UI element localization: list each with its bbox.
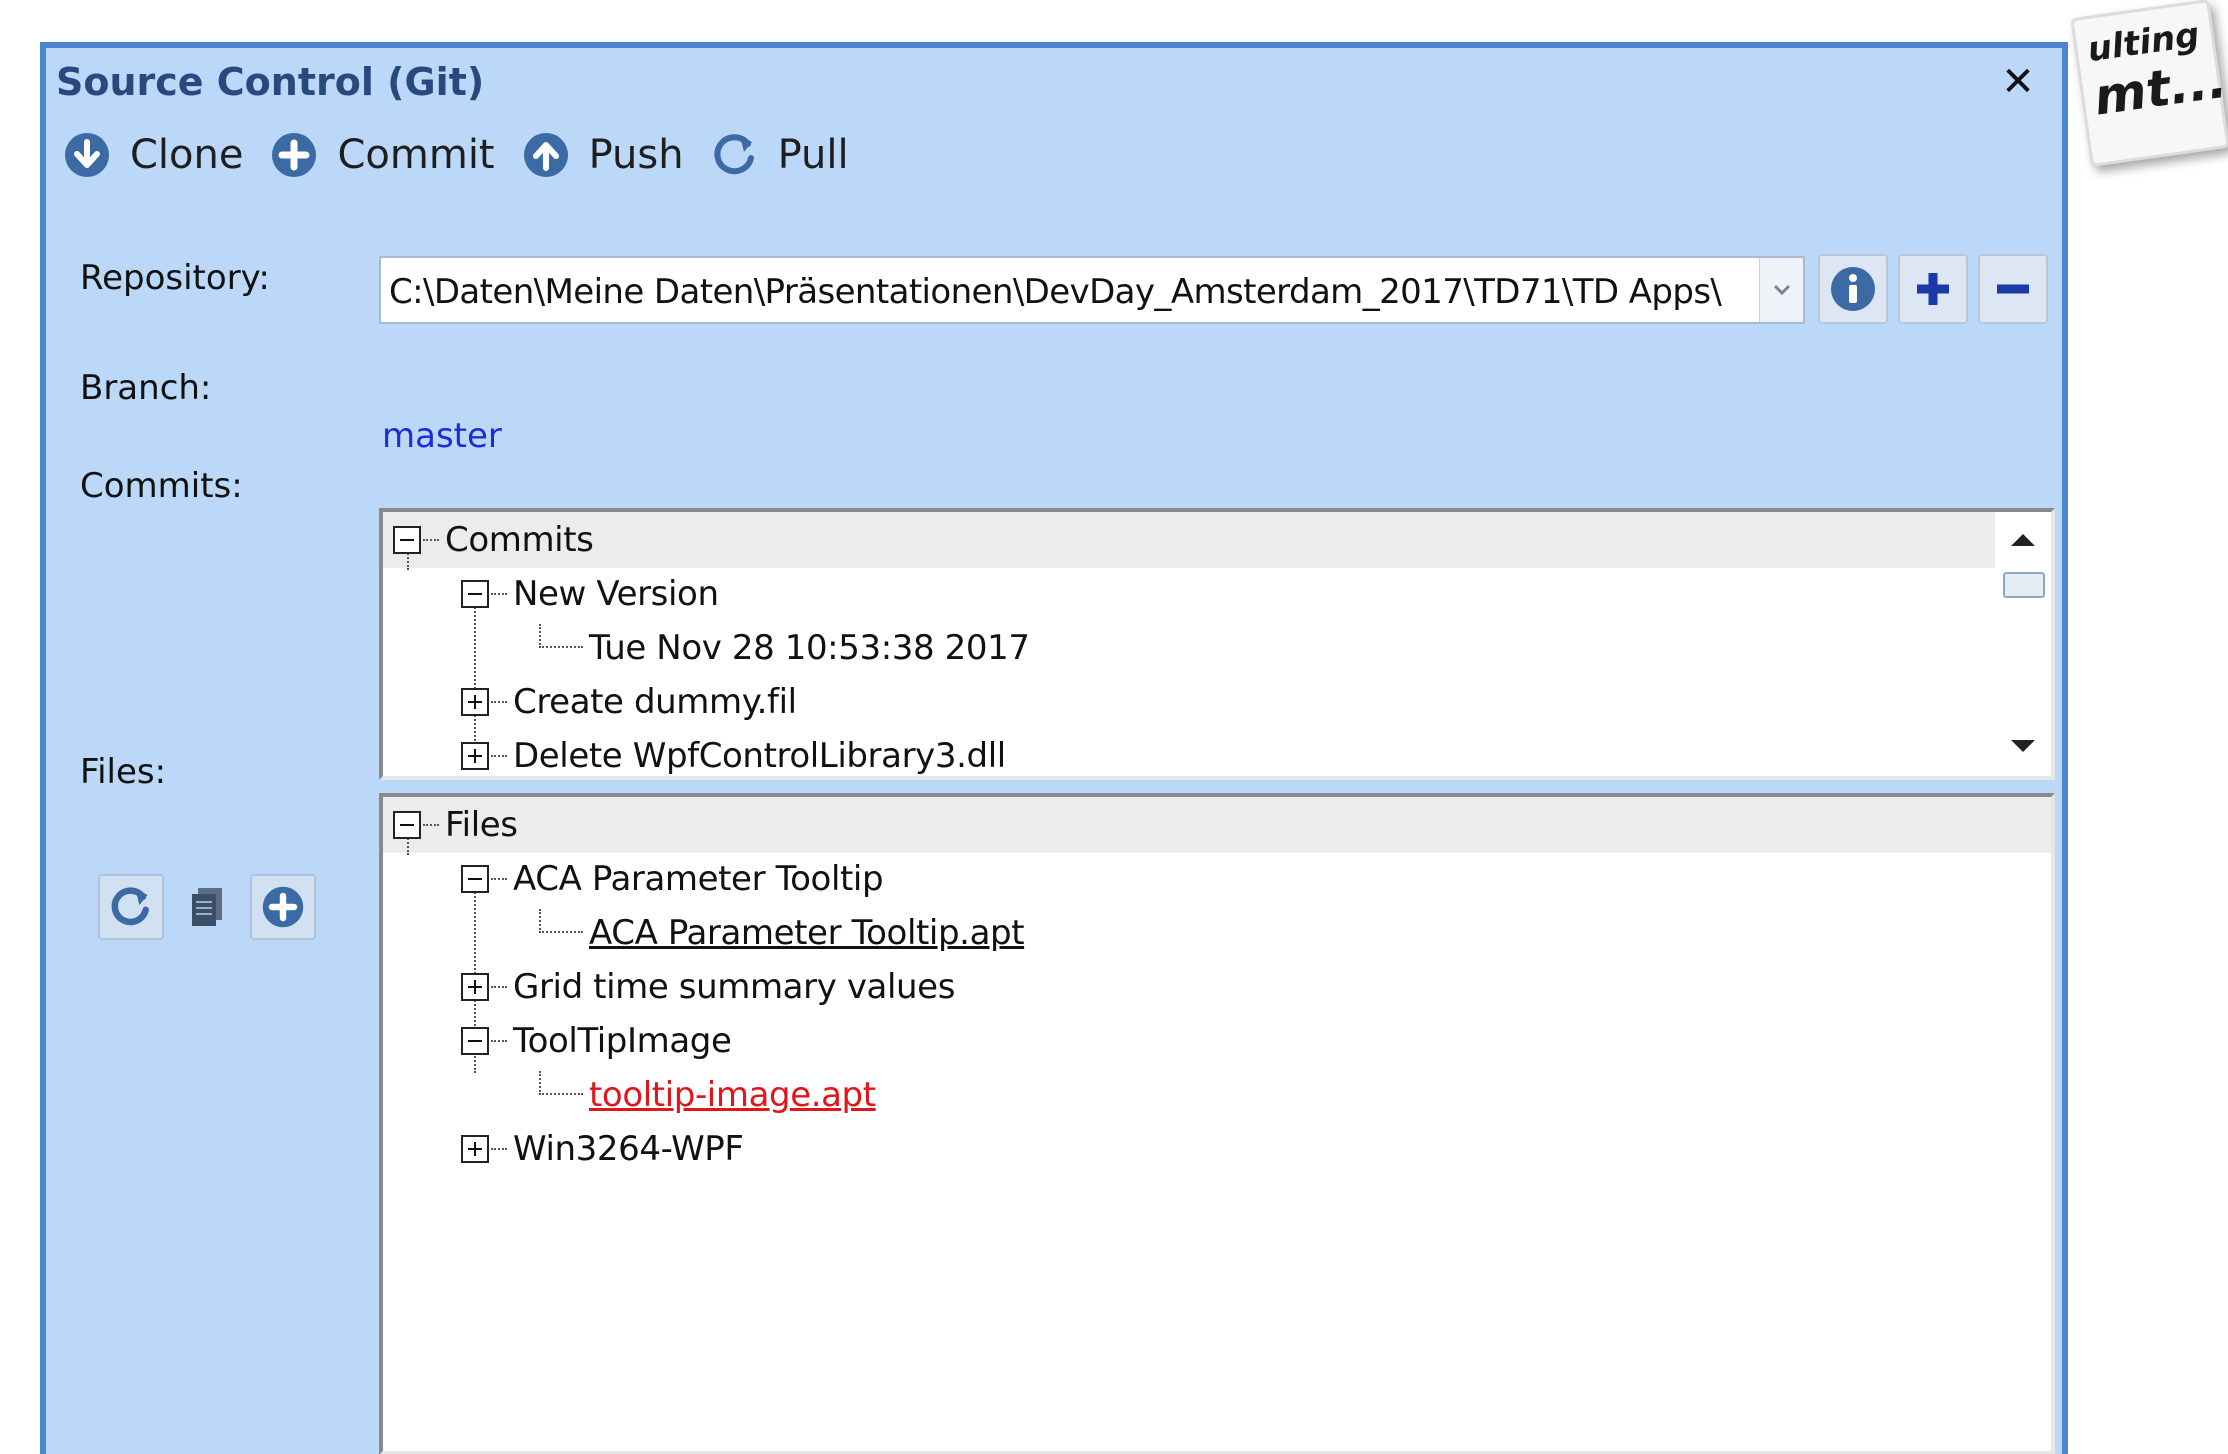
collapse-icon[interactable] [461,580,489,608]
push-label: Push [588,132,684,178]
plus-icon [1917,273,1949,305]
tree-node-commit[interactable]: New Version [461,568,719,620]
minus-icon [1997,284,2029,294]
tree-node-folder[interactable]: ACA Parameter Tooltip [461,853,884,905]
scroll-thumb[interactable] [2003,572,2045,598]
plus-circle-icon [262,886,304,928]
tree-node-commit[interactable]: Delete WpfControlLibrary3.dll [461,730,1006,776]
commits-scrollbar[interactable] [1995,512,2051,776]
plus-circle-icon [272,133,317,177]
clone-label: Clone [130,132,244,178]
title-bar: Source Control (Git) ✕ [46,48,2062,112]
tree-node-files-root[interactable]: Files [393,799,518,851]
files-tree[interactable]: Files ACA Parameter Tooltip ACA Paramete… [379,793,2055,1454]
window-title: Source Control (Git) [56,60,485,104]
clone-button[interactable]: Clone [62,130,243,180]
add-file-button[interactable] [250,874,316,940]
chevron-down-icon [1773,284,1791,296]
tree-root-row [383,797,2051,853]
repository-info-button[interactable] [1818,254,1888,324]
brand-logo: ulting mt... [2070,0,2228,168]
expand-icon[interactable] [461,688,489,716]
pull-button[interactable]: Pull [710,130,849,180]
tree-leaf-file-modified[interactable]: tooltip-image.apt [539,1069,876,1121]
commit-button[interactable]: Commit [269,130,495,180]
scroll-down-icon[interactable] [2009,738,2037,754]
tree-leaf-file[interactable]: ACA Parameter Tooltip.apt [539,907,1025,959]
toolbar: Clone Commit Push Pull [62,124,875,186]
close-button[interactable]: ✕ [1998,62,2038,102]
expand-icon[interactable] [461,742,489,770]
tree-node-commit[interactable]: Create dummy.fil [461,676,797,728]
repository-path: C:\Daten\Meine Daten\Präsentationen\DevD… [389,272,1722,312]
source-control-window: Source Control (Git) ✕ Clone Commit Push [40,42,2068,1454]
repository-dropdown-button[interactable] [1759,258,1803,322]
refresh-icon [111,887,149,926]
pull-label: Pull [777,132,849,178]
tree-node-folder[interactable]: ToolTipImage [461,1015,732,1067]
remove-repository-button[interactable] [1978,254,2048,324]
refresh-files-button[interactable] [98,874,164,940]
logo-line-2: mt... [2090,50,2228,127]
refresh-icon [714,134,754,175]
collapse-icon[interactable] [393,526,421,554]
scroll-up-icon[interactable] [2009,532,2037,548]
collapse-icon[interactable] [461,865,489,893]
files-label: Files: [80,752,167,792]
branch-link[interactable]: master [382,416,502,456]
info-icon [1831,267,1875,311]
expand-icon[interactable] [461,1135,489,1163]
tree-root-row [383,512,1995,568]
commits-label: Commits: [80,466,243,506]
tree-node-folder[interactable]: Grid time summary values [461,961,955,1013]
add-repository-button[interactable] [1898,254,1968,324]
repository-select[interactable]: C:\Daten\Meine Daten\Präsentationen\DevD… [379,256,1805,324]
copy-files-button[interactable] [174,874,240,940]
tree-node-folder[interactable]: Win3264-WPF [461,1123,744,1175]
push-button[interactable]: Push [521,130,684,180]
tree-node-commits-root[interactable]: Commits [393,514,594,566]
collapse-icon[interactable] [461,1027,489,1055]
tree-leaf-commit-date[interactable]: Tue Nov 28 10:53:38 2017 [539,622,1030,674]
expand-icon[interactable] [461,973,489,1001]
commit-label: Commit [337,132,495,178]
collapse-icon[interactable] [393,811,421,839]
branch-label: Branch: [80,368,212,408]
upload-circle-icon [523,133,568,177]
commits-tree[interactable]: Commits New Version Tue Nov 28 10:53:38 … [379,508,2055,780]
repository-label: Repository: [80,258,270,298]
copy-icon [192,888,222,926]
download-circle-icon [65,133,109,177]
